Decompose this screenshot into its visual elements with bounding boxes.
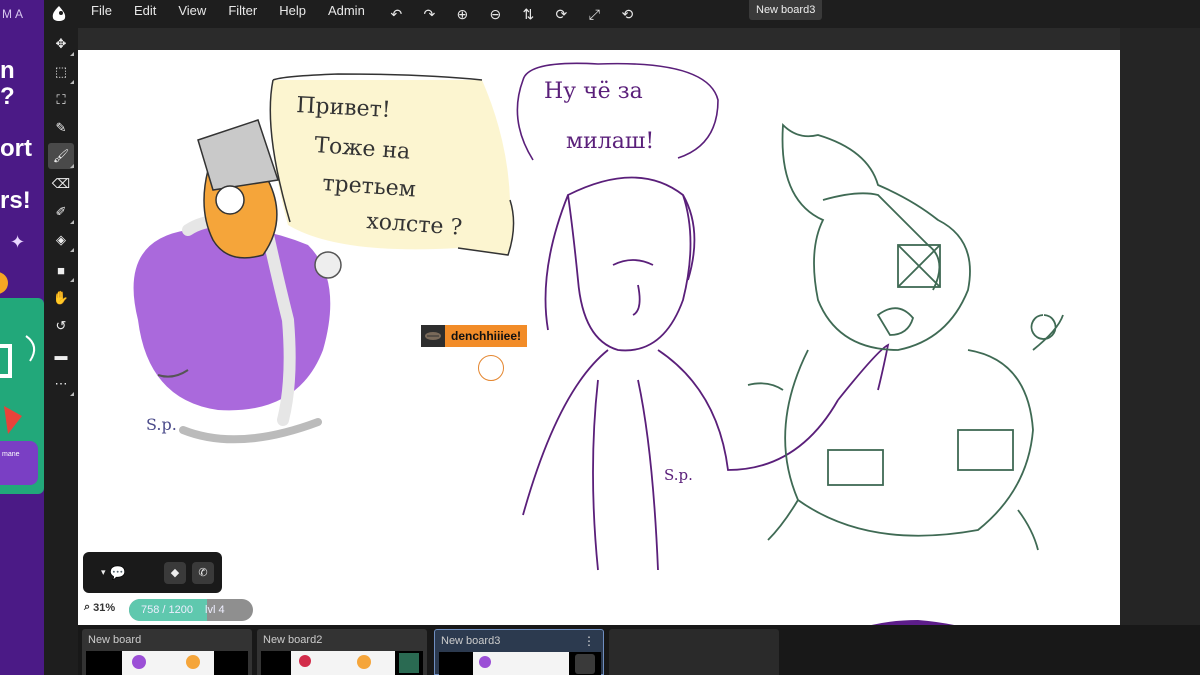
- bubble1-line1: Привет!: [296, 93, 392, 123]
- board-tab-label: New board3: [441, 635, 501, 647]
- voice-button[interactable]: ◆: [164, 561, 186, 584]
- board-tabs: New board New board2 New board3 ⋮: [78, 625, 1200, 675]
- comment-icon[interactable]: ▬: [48, 342, 74, 368]
- ad-line-3: ort: [0, 135, 32, 162]
- ad-tag: mane: [0, 441, 38, 485]
- user-avatar: [421, 325, 445, 347]
- board-tab-empty[interactable]: [609, 629, 779, 675]
- progress-text: 758 / 1200: [141, 604, 193, 616]
- board-tab-active[interactable]: New board3 ⋮: [434, 629, 604, 675]
- sparkle-icon: ✦: [10, 232, 26, 252]
- tool-palette: ✥ ⬚ ⛶ ✎ 🖌 ⌫ ✐ ◈ ■ ✋ ↺ ▬ ⋯: [44, 28, 78, 625]
- bubble2-line2: милаш!: [566, 129, 654, 154]
- menu-view[interactable]: View: [167, 0, 217, 28]
- green-character: [747, 122, 1064, 551]
- shape-icon[interactable]: ■: [48, 257, 74, 283]
- ad-banner[interactable]: MA n ? ort rs! ✦ mane: [0, 0, 44, 675]
- bubble2-line1: Ну чё за: [544, 79, 643, 104]
- redo-icon[interactable]: ↷: [413, 6, 446, 23]
- snow-globe: [314, 251, 342, 279]
- signature-middle: S.p.: [664, 466, 693, 484]
- app-window: MA n ? ort rs! ✦ mane File Edit View Fil…: [0, 0, 1200, 675]
- ad-brand: MA: [2, 7, 26, 21]
- app-logo-icon[interactable]: [44, 0, 74, 28]
- menu-help[interactable]: Help: [268, 0, 317, 28]
- drawing-canvas[interactable]: Привет! Тоже на третьем холсте ? S.p. Ну…: [78, 50, 1120, 625]
- menubar: File Edit View Filter Help Admin ↶ ↷ ⊕ ⊖…: [44, 0, 1200, 28]
- board-tab[interactable]: New board: [82, 629, 252, 675]
- zoom-out-icon[interactable]: ⊖: [479, 6, 512, 23]
- user-name: denchhiiiee!: [445, 325, 528, 347]
- transform-icon[interactable]: ⛶: [48, 87, 74, 113]
- fill-icon[interactable]: ◈: [48, 227, 74, 253]
- drawing-layer: Привет! Тоже на третьем холсте ? S.p. Ну…: [133, 62, 1064, 625]
- undo-icon[interactable]: ↶: [380, 6, 413, 23]
- ad-line-1: n: [0, 57, 15, 84]
- chevron-down-icon: ▾: [101, 567, 106, 577]
- level-progress: 758 / 1200 lvl 4: [129, 599, 253, 621]
- search-icon: ⌕: [84, 601, 91, 613]
- board-tab-label: New board2: [263, 634, 323, 646]
- move-icon[interactable]: ✥: [48, 31, 74, 57]
- zoom-in-icon[interactable]: ⊕: [446, 6, 479, 23]
- ad-card: mane: [0, 298, 44, 494]
- select-rect-icon[interactable]: ⬚: [48, 59, 74, 85]
- menu-edit[interactable]: Edit: [123, 0, 167, 28]
- level-text: lvl 4: [205, 604, 225, 616]
- menu-admin[interactable]: Admin: [317, 0, 376, 28]
- reset-icon[interactable]: ⟲: [611, 6, 644, 23]
- flip-icon[interactable]: ⇅: [512, 6, 545, 23]
- call-button[interactable]: ✆: [192, 561, 214, 584]
- smudge-icon[interactable]: ✐: [48, 199, 74, 225]
- phone-icon: ✆: [198, 567, 208, 579]
- remote-user-tag: denchhiiiee!: [421, 325, 528, 347]
- zoom-value: 31%: [93, 601, 116, 614]
- board-thumbnail: [439, 652, 601, 675]
- fullscreen-icon[interactable]: ⤢: [578, 6, 611, 23]
- ad-decoration: [0, 272, 8, 294]
- ad-line-4: rs!: [0, 187, 31, 214]
- menu-filter[interactable]: Filter: [217, 0, 268, 28]
- eyedropper-icon[interactable]: ✎: [48, 115, 74, 141]
- purple-character: [522, 176, 890, 571]
- ad-graphic-icon: [0, 335, 36, 434]
- voice-icon: ◆: [170, 567, 180, 579]
- eraser-icon[interactable]: ⌫: [48, 171, 74, 197]
- kebab-menu-icon[interactable]: ⋮: [583, 634, 595, 648]
- rotate-icon[interactable]: ⟳: [545, 6, 578, 23]
- current-board-name: New board3: [749, 0, 823, 20]
- more-icon[interactable]: ⋯: [48, 371, 74, 397]
- canvas-margin: [1120, 28, 1200, 625]
- board-thumbnail: [86, 651, 248, 675]
- chat-toggle-button[interactable]: ▾ 💬: [91, 565, 126, 581]
- chat-icon: 💬: [109, 564, 126, 580]
- board-tab-label: New board: [88, 634, 142, 646]
- rotate-view-icon[interactable]: ↺: [48, 313, 74, 339]
- canvas-stage[interactable]: Привет! Тоже на третьем холсте ? S.p. Ну…: [78, 28, 1200, 625]
- board-thumbnail: [261, 651, 423, 675]
- menu-file[interactable]: File: [80, 0, 123, 28]
- brush-icon[interactable]: 🖌: [48, 143, 74, 169]
- ad-line-2: ?: [0, 83, 15, 110]
- zoom-indicator[interactable]: ⌕ 31%: [84, 601, 115, 614]
- hand-icon[interactable]: ✋: [48, 285, 74, 311]
- bucket-hat: [197, 119, 279, 191]
- board-tab[interactable]: New board2: [257, 629, 427, 675]
- signature-left: S.p.: [146, 415, 177, 434]
- chat-widget: ▾ 💬 ◆ ✆: [83, 552, 222, 593]
- remote-cursor: [478, 355, 504, 381]
